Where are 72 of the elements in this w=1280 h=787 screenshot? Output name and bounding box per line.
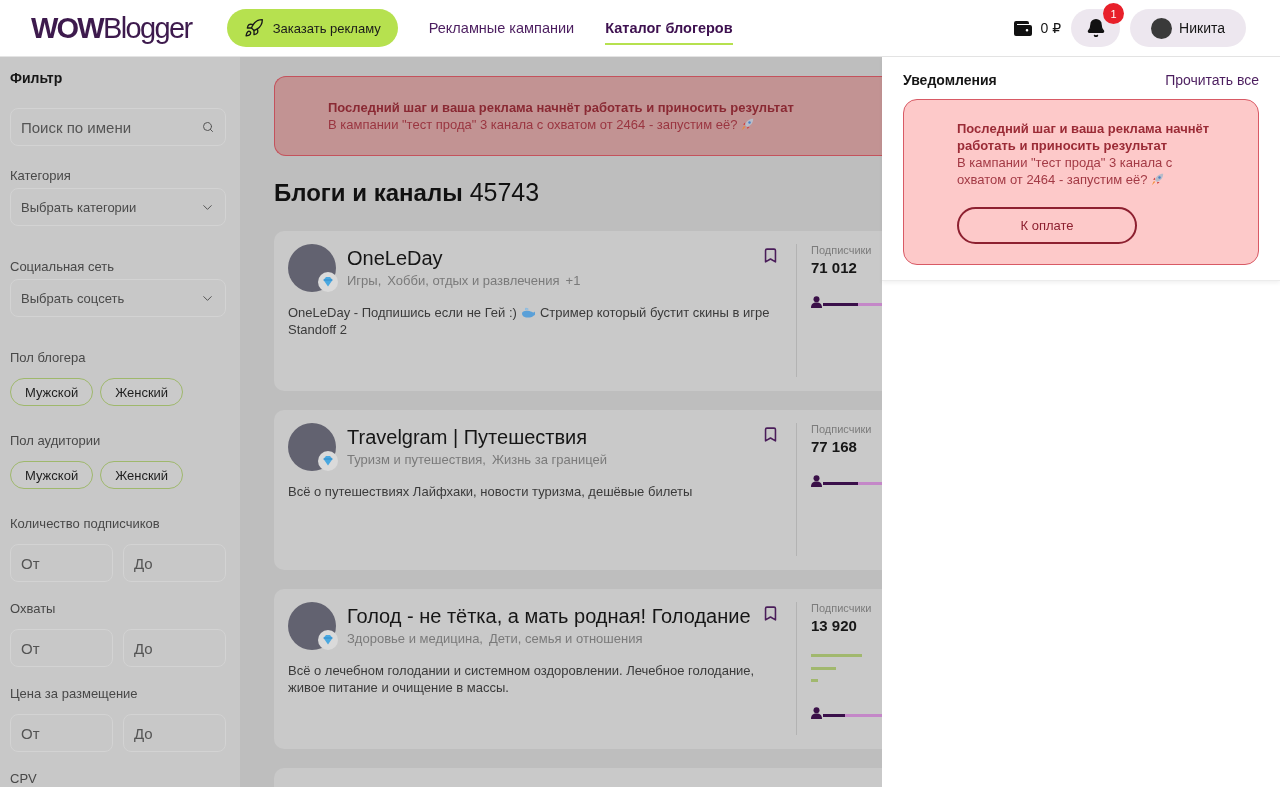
bookmark-icon[interactable]: [762, 247, 779, 264]
from-input[interactable]: От: [10, 629, 113, 667]
nav-tab[interactable]: Каталог блогеров: [605, 11, 733, 45]
category-tag: Жизнь за границей: [491, 452, 607, 468]
dropdown[interactable]: Выбрать категории: [10, 188, 226, 226]
stat-label: Подписчики: [811, 244, 873, 257]
rocket-icon: [1151, 173, 1165, 186]
banner-title: Последний шаг и ваша реклама начнёт работать и приносить результат: [328, 99, 794, 116]
bookmark-icon[interactable]: [762, 605, 779, 622]
filter-label: Цена за размещение: [10, 686, 139, 702]
from-input[interactable]: От: [10, 714, 113, 752]
pay-button[interactable]: К оплате: [957, 207, 1137, 244]
to-input[interactable]: До: [123, 714, 226, 752]
filter-label: Социальная сеть: [10, 259, 115, 275]
avatar: [1151, 17, 1173, 39]
search-icon: [202, 121, 214, 133]
to-input[interactable]: До: [123, 544, 226, 582]
banner-text: В кампании "тест прода" 3 канала с охватом от 2464 - запустим её?: [328, 116, 759, 133]
search-field[interactable]: Поиск по имени: [10, 108, 226, 146]
option-chip[interactable]: Мужской: [10, 378, 94, 406]
bell-icon: [1085, 18, 1106, 38]
subscriber-count: 77 168: [811, 438, 858, 456]
from-input[interactable]: От: [10, 544, 113, 582]
stat-label: Подписчики: [811, 602, 873, 615]
nav-tab[interactable]: Рекламные кампании: [428, 11, 575, 45]
blog-name[interactable]: OneLeDay: [347, 246, 751, 270]
to-input[interactable]: До: [123, 629, 226, 667]
description: Всё о лечебном голодании и системном оздоровлении. Лечебное голодание, живое питание и очищение в массы.: [288, 662, 756, 696]
person-icon: [811, 296, 822, 308]
more-categories: +1: [565, 273, 581, 289]
stat-label: Подписчики: [811, 423, 873, 436]
bookmark-icon[interactable]: [762, 426, 779, 443]
option-chip[interactable]: Женский: [100, 461, 184, 489]
filter-title: Фильтр: [10, 70, 64, 86]
option-chip[interactable]: Мужской: [10, 461, 94, 489]
order-ad-button[interactable]: Заказать рекламу: [226, 9, 398, 47]
person-icon: [811, 707, 822, 719]
notification-badge: 1: [1103, 3, 1125, 24]
category-tag: Здоровье и медицина,: [347, 631, 483, 647]
filter-label: Количество подписчиков: [10, 516, 161, 532]
category-tag: Хобби, отдых и развлечения: [387, 273, 560, 289]
category-tag: Дети, семья и отношения: [489, 631, 643, 647]
filter-label: CPV: [10, 771, 38, 787]
notifications-button[interactable]: [1071, 9, 1121, 47]
subscriber-count: 13 920: [811, 617, 858, 635]
read-all-link[interactable]: Прочитать все: [1165, 72, 1259, 88]
notification-title: Последний шаг и ваша реклама начнёт работать и приносить результат: [957, 120, 1211, 154]
subscriber-count: 71 012: [811, 259, 858, 277]
blog-name[interactable]: Travelgram | Путешествия: [347, 425, 751, 449]
description: Всё о путешествиях Лайфхаки, новости туризма, дешёвые билеты: [288, 483, 694, 500]
balance: 0 ₽: [1040, 20, 1062, 36]
option-chip[interactable]: Женский: [100, 378, 184, 406]
dropdown[interactable]: Выбрать соцсеть: [10, 279, 226, 317]
filter-label: Пол блогера: [10, 350, 87, 366]
category-tag: Игры,: [347, 273, 382, 289]
blog-name[interactable]: Голод - не тётка, а мать родная! Голодание: [347, 604, 751, 628]
person-icon: [811, 475, 822, 487]
panel-title: Уведомления: [903, 72, 997, 88]
filter-label: Категория: [10, 168, 72, 184]
page-title: Блоги и каналы: [274, 179, 463, 207]
wallet-icon: [1014, 20, 1033, 36]
filter-label: Пол аудитории: [10, 433, 102, 449]
result-count: 45743: [469, 178, 540, 206]
rocket-icon: [243, 18, 264, 38]
notification-text: В кампании "тест прода" 3 канала с охватом от 2464 - запустим её?: [957, 154, 1174, 188]
description: OneLeDay - Подпишись если не Гей :) Стример который бустит скины в игре Standoff 2: [288, 304, 771, 338]
logo[interactable]: WOWBlogger: [31, 12, 192, 44]
filter-label: Охваты: [10, 601, 57, 617]
user-menu-button[interactable]: Никита: [1130, 9, 1246, 47]
whale-icon: [520, 306, 536, 319]
category-tag: Туризм и путешествия,: [347, 452, 486, 468]
rocket-icon: [741, 118, 755, 131]
